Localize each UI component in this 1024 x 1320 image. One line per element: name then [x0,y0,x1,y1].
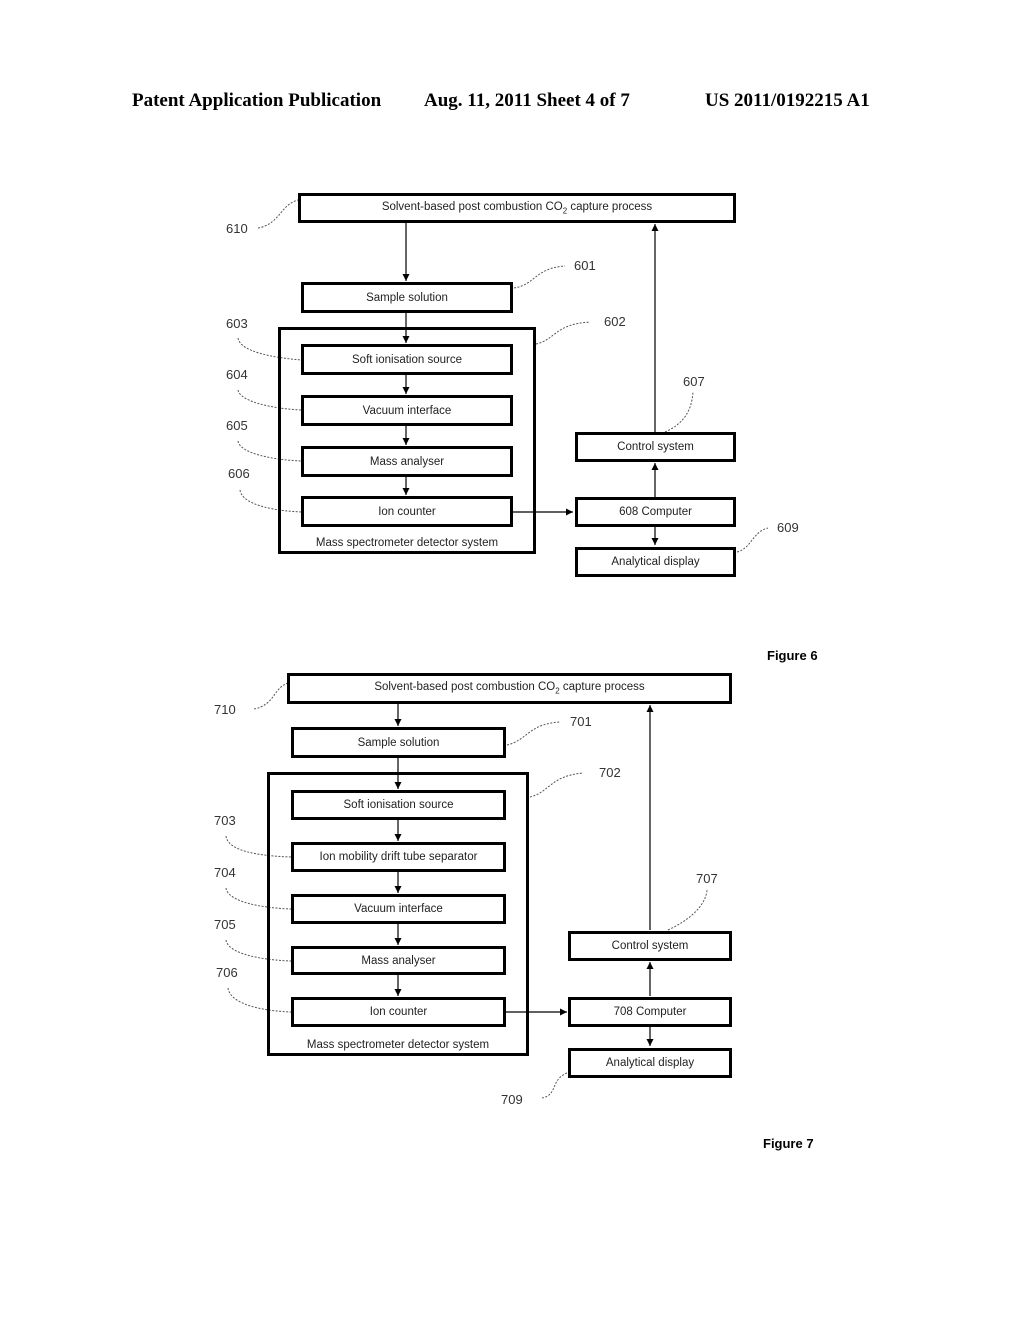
fig7-ref-705: 705 [214,917,236,932]
fig6-mass-analyser-box: Mass analyser [301,446,513,477]
fig7-vacuum-interface-box: Vacuum interface [291,894,506,924]
fig7-drift-tube-box: Ion mobility drift tube separator [291,842,506,872]
fig6-ref-610: 610 [226,221,248,236]
fig6-ref-607: 607 [683,374,705,389]
fig6-analytical-display-box: Analytical display [575,547,736,577]
fig7-process-label: Solvent-based post combustion CO2 captur… [374,681,645,696]
fig7-mass-analyser-box: Mass analyser [291,946,506,975]
fig6-process-label: Solvent-based post combustion CO2 captur… [381,200,653,216]
fig7-soft-ionisation-box: Soft ionisation source [291,790,506,820]
fig6-ref-603: 603 [226,316,248,331]
fig7-computer-box: 708 Computer [568,997,732,1027]
fig6-ref-606: 606 [228,466,250,481]
fig7-detector-group-label: Mass spectrometer detector system [306,1039,490,1051]
figure-6-caption: Figure 6 [767,648,818,663]
fig6-sample-box: Sample solution [301,282,513,313]
fig7-ref-707: 707 [696,871,718,886]
fig6-control-system-box: Control system [575,432,736,462]
fig7-ref-706: 706 [216,965,238,980]
fig7-process-box: Solvent-based post combustion CO2 captur… [287,673,732,704]
fig7-ref-710: 710 [214,702,236,717]
fig7-ion-counter-box: Ion counter [291,997,506,1027]
fig7-sample-box: Sample solution [291,727,506,758]
fig6-ref-601: 601 [574,258,596,273]
fig6-detector-group-label: Mass spectrometer detector system [315,537,499,549]
fig6-ref-602: 602 [604,314,626,329]
fig6-vacuum-interface-box: Vacuum interface [301,395,513,426]
fig6-soft-ionisation-box: Soft ionisation source [301,344,513,375]
fig6-process-box: Solvent-based post combustion CO2 captur… [298,193,736,223]
figure-7-caption: Figure 7 [763,1136,814,1151]
fig7-ref-704: 704 [214,865,236,880]
fig6-ion-counter-box: Ion counter [301,496,513,527]
fig6-ref-604: 604 [226,367,248,382]
fig7-ref-702: 702 [599,765,621,780]
fig7-ref-709: 709 [501,1092,523,1107]
fig7-analytical-display-box: Analytical display [568,1048,732,1078]
fig6-computer-box: 608 Computer [575,497,736,527]
fig7-ref-701: 701 [570,714,592,729]
fig6-ref-605: 605 [226,418,248,433]
fig6-ref-609: 609 [777,520,799,535]
fig7-ref-703: 703 [214,813,236,828]
fig7-control-system-box: Control system [568,931,732,961]
